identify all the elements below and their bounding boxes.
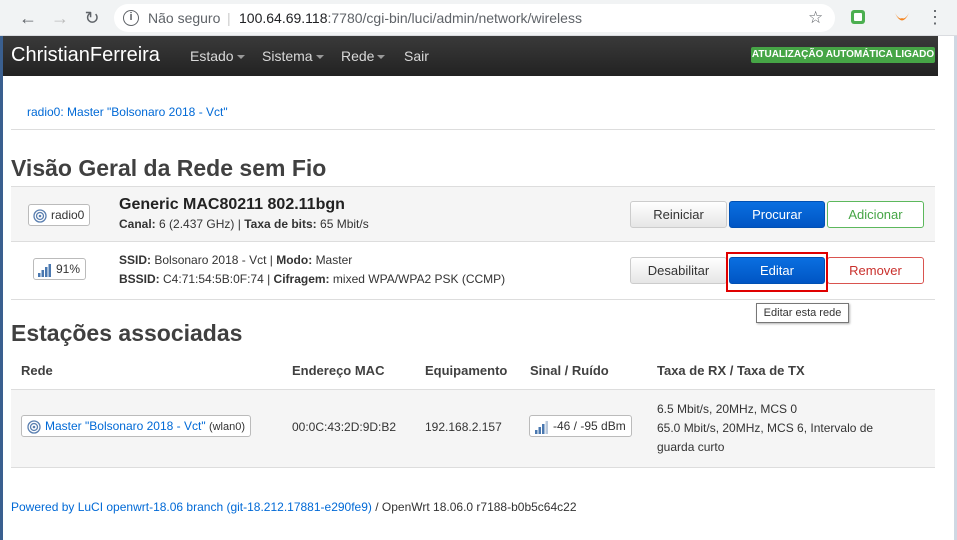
nav-sistema-label: Sistema [262, 48, 313, 64]
add-network-button[interactable]: Adicionar [827, 201, 924, 228]
wifi-radio-icon [33, 209, 47, 223]
station-mac: 00:0C:43:2D:9D:B2 [292, 420, 397, 434]
remove-button[interactable]: Remover [827, 257, 924, 284]
rate-line-tx-cont: guarda curto [657, 440, 725, 454]
overview-title: Visão Geral da Rede sem Fio [11, 155, 327, 181]
header-signal: Sinal / Ruído [530, 363, 609, 378]
tab-radio0[interactable]: radio0: Master "Bolsonaro 2018 - Vct" [27, 105, 228, 119]
chevron-down-icon [236, 55, 245, 60]
header-rate: Taxa de RX / Taxa de TX [657, 363, 805, 378]
url-host: 100.64.69.118 [239, 10, 328, 26]
device-details: Canal: 6 (2.437 GHz) | Taxa de bits: 65 … [119, 217, 369, 231]
chevron-down-icon [377, 55, 386, 60]
device-badge: radio0 [28, 204, 91, 226]
signal-badge: 91% [33, 258, 87, 280]
nav-estado[interactable]: Estado [190, 48, 245, 64]
footer: Powered by LuCI openwrt-18.06 branch (gi… [11, 500, 577, 514]
station-iface: (wlan0) [208, 421, 246, 433]
station-network-link[interactable]: Master "Bolsonaro 2018 - Vct" [45, 419, 206, 433]
back-arrow-icon[interactable]: ← [18, 8, 38, 28]
mode-value: Master [315, 253, 353, 267]
reload-icon[interactable]: ↻ [82, 8, 102, 28]
browser-toolbar: ← → ↻ i Não seguro | 100.64.69.118:7780/… [0, 0, 957, 36]
device-row: radio0 Generic MAC80211 802.11bgn Canal:… [11, 186, 935, 242]
station-rate: 6.5 Mbit/s, 20MHz, MCS 0 65.0 Mbit/s, 20… [657, 400, 927, 457]
nav-rede[interactable]: Rede [341, 48, 386, 64]
signal-bars-icon [535, 420, 548, 434]
extension-shield-icon[interactable] [851, 10, 865, 24]
bssid-value: C4:71:54:5B:0F:74 [163, 272, 264, 286]
omnibox-separator: | [227, 10, 231, 26]
bitrate-value: 65 Mbit/s [320, 217, 369, 231]
bitrate-label: Taxa de bits: [244, 217, 317, 231]
address-bar[interactable]: i Não seguro | 100.64.69.118:7780/cgi-bi… [114, 4, 835, 32]
brand-title[interactable]: ChristianFerreira [11, 44, 160, 67]
signal-bars-icon [38, 263, 51, 277]
table-row: Master "Bolsonaro 2018 - Vct" (wlan0) 00… [11, 390, 935, 468]
nav-sistema[interactable]: Sistema [262, 48, 324, 64]
ssid-line: SSID: Bolsonaro 2018 - Vct | Modo: Maste… [119, 253, 353, 267]
security-label: Não seguro [148, 10, 221, 26]
scan-button[interactable]: Procurar [729, 201, 825, 228]
footer-version: / OpenWrt 18.06.0 r7188-b0b5c64c22 [371, 500, 577, 514]
device-name: Generic MAC80211 802.11bgn [119, 196, 345, 213]
restart-button[interactable]: Reiniciar [630, 201, 727, 228]
station-signal-badge: -46 / -95 dBm [529, 415, 632, 437]
auto-refresh-badge[interactable]: ATUALIZAÇÃO AUTOMÁTICA LIGADO [751, 47, 935, 63]
chevron-down-icon [315, 55, 324, 60]
bssid-line: BSSID: C4:71:54:5B:0F:74 | Cifragem: mix… [119, 272, 506, 286]
radio-tab-bar: radio0: Master "Bolsonaro 2018 - Vct" [11, 92, 935, 130]
edit-tooltip: Editar esta rede [756, 303, 849, 323]
header-mac: Endereço MAC [292, 363, 385, 378]
rate-line-rx: 6.5 Mbit/s, 20MHz, MCS 0 [657, 402, 798, 416]
forward-arrow-icon[interactable]: → [50, 8, 70, 28]
station-host: 192.168.2.157 [425, 420, 502, 434]
station-signal: -46 / -95 dBm [553, 419, 626, 433]
rate-line-tx: 65.0 Mbit/s, 20MHz, MCS 6, Intervalo de [657, 421, 874, 435]
signal-percent: 91% [56, 262, 81, 276]
ssid-value: Bolsonaro 2018 - Vct [154, 253, 267, 267]
browser-menu-icon[interactable]: ⋮ [926, 7, 944, 28]
edit-highlight-box [726, 252, 828, 292]
header-network: Rede [21, 363, 53, 378]
nav-estado-label: Estado [190, 48, 234, 64]
top-navbar: ChristianFerreira Estado Sistema Rede Sa… [3, 36, 938, 76]
luci-link[interactable]: Powered by LuCI openwrt-18.06 branch (gi… [11, 500, 372, 514]
extension-fox-icon[interactable] [892, 8, 912, 28]
url-path: :7780/cgi-bin/luci/admin/network/wireles… [327, 10, 582, 26]
encryption-label: Cifragem: [273, 272, 330, 286]
ssid-label: SSID: [119, 253, 152, 267]
url-text[interactable]: 100.64.69.118:7780/cgi-bin/luci/admin/ne… [239, 10, 582, 26]
nav-rede-label: Rede [341, 48, 375, 64]
channel-label: Canal: [119, 217, 156, 231]
encryption-value: mixed WPA/WPA2 PSK (CCMP) [332, 272, 506, 286]
bssid-label: BSSID: [119, 272, 160, 286]
bookmark-star-icon[interactable]: ☆ [808, 8, 823, 28]
station-network-badge: Master "Bolsonaro 2018 - Vct" (wlan0) [21, 415, 252, 437]
wifi-radio-icon [27, 420, 41, 434]
mode-label: Modo: [276, 253, 313, 267]
disable-button[interactable]: Desabilitar [630, 257, 727, 284]
stations-title: Estações associadas [11, 320, 243, 346]
header-host: Equipamento [425, 363, 508, 378]
nav-sair[interactable]: Sair [404, 48, 429, 64]
stations-header-row: Rede Endereço MAC Equipamento Sinal / Ru… [11, 352, 935, 390]
info-icon[interactable]: i [123, 10, 139, 26]
left-window-edge [0, 36, 3, 540]
device-badge-label: radio0 [51, 208, 85, 222]
channel-value: 6 (2.437 GHz) [159, 217, 235, 231]
